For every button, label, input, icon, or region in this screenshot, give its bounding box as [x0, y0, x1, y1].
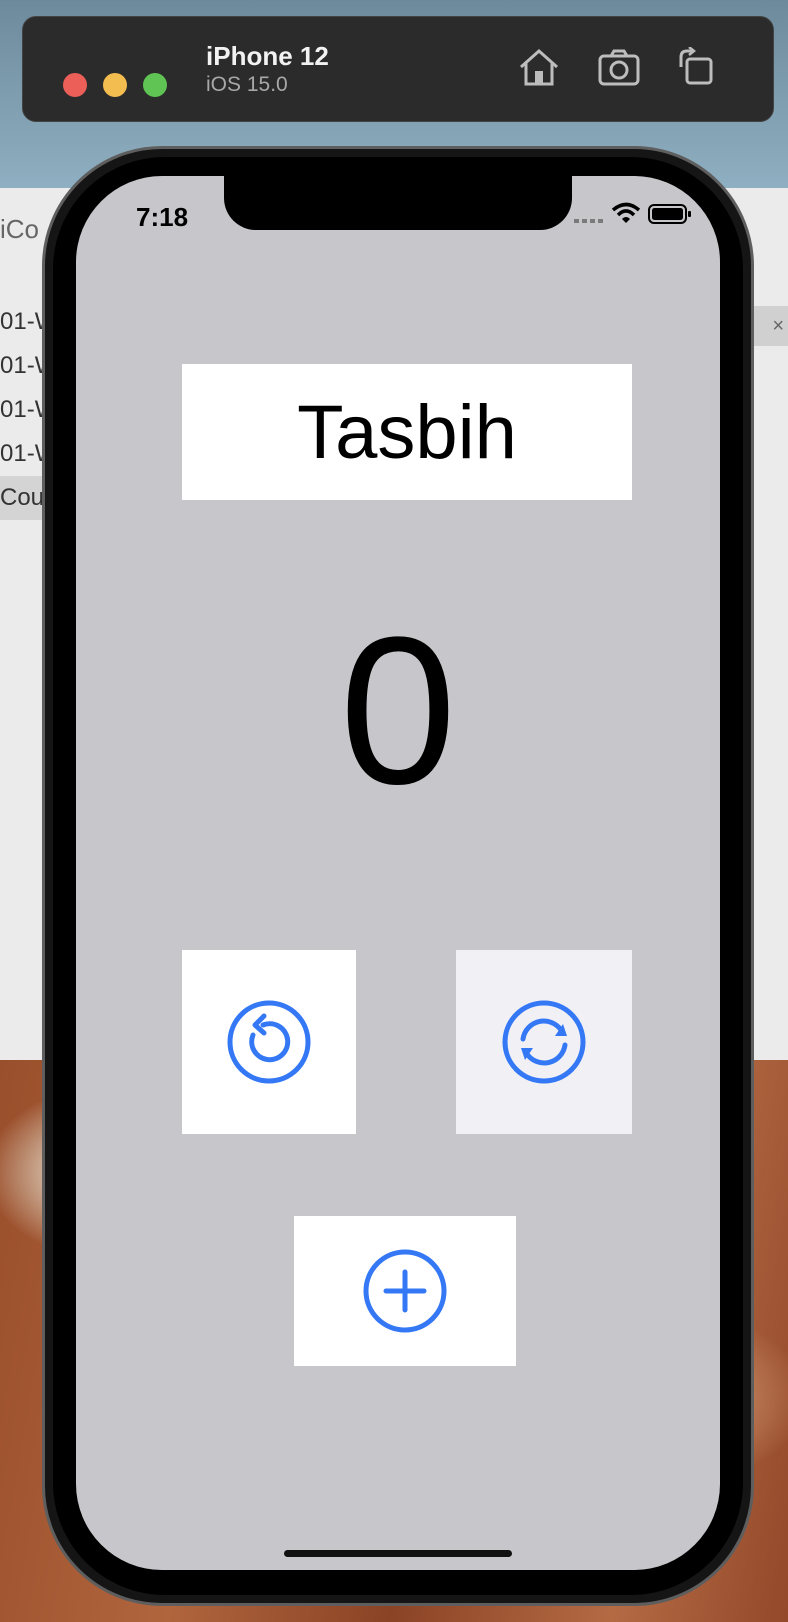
battery-icon: [648, 204, 691, 224]
home-indicator[interactable]: [284, 1550, 512, 1557]
screenshot-icon[interactable]: [597, 47, 641, 87]
zoom-window-button[interactable]: [143, 73, 167, 97]
signal-icon: [574, 219, 603, 223]
wifi-icon: [611, 202, 641, 223]
iphone-screen: 7:18 Tasbih 0: [76, 176, 720, 1570]
title-label-box: Tasbih: [182, 364, 632, 500]
reset-circle-icon: [502, 1000, 586, 1084]
simulator-device-name: iPhone 12: [206, 41, 329, 71]
increment-button[interactable]: [294, 1216, 516, 1366]
undo-circle-icon: [227, 1000, 311, 1084]
reset-button[interactable]: [456, 950, 632, 1134]
iphone-notch: [224, 176, 572, 230]
close-window-button[interactable]: [63, 73, 87, 97]
rotate-icon[interactable]: [675, 47, 719, 87]
simulator-title-bar: iPhone 12 iOS 15.0: [22, 16, 774, 122]
undo-button[interactable]: [182, 950, 356, 1134]
background-window-title: iCo: [0, 214, 40, 244]
app-title: Tasbih: [297, 389, 517, 475]
simulator-os-version: iOS 15.0: [206, 73, 288, 96]
status-time: 7:18: [136, 202, 189, 232]
plus-circle-icon: [363, 1249, 447, 1333]
count-display: 0: [339, 593, 457, 828]
home-icon[interactable]: [517, 47, 561, 87]
minimize-window-button[interactable]: [103, 73, 127, 97]
